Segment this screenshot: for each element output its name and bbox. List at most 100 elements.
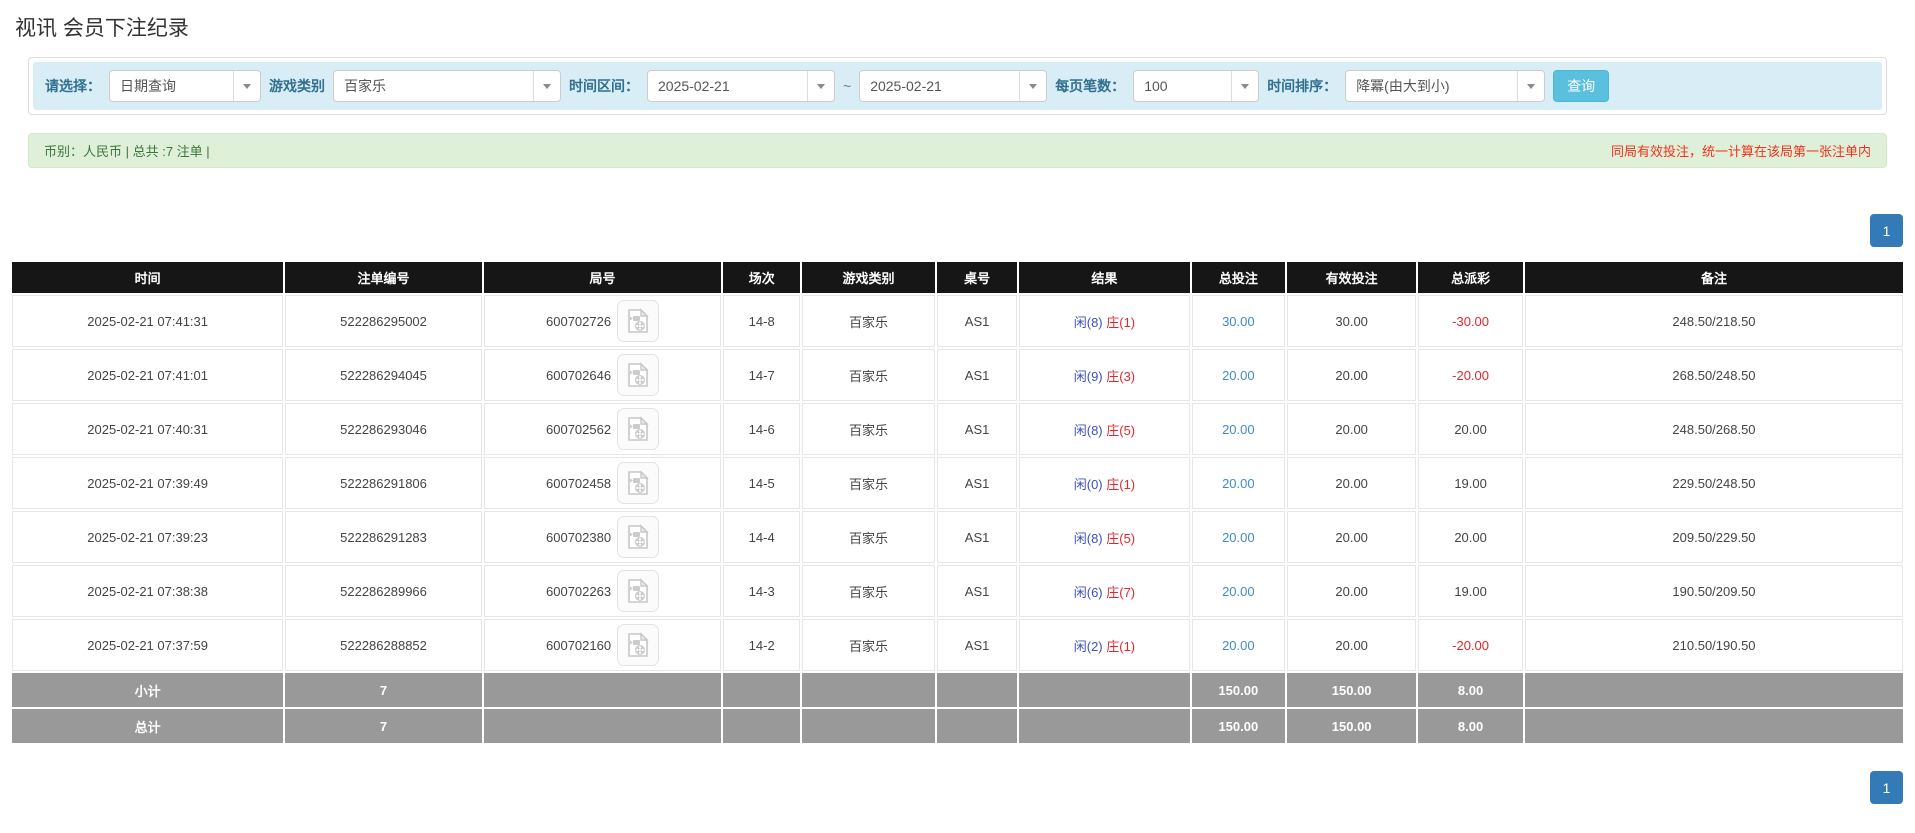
video-replay-button[interactable] xyxy=(617,462,660,504)
game-category: 百家乐 xyxy=(802,349,935,401)
total-bet-link[interactable]: 20.00 xyxy=(1222,530,1255,545)
col-table-number: 桌号 xyxy=(936,262,1018,293)
col-time: 时间 xyxy=(12,262,284,293)
result-player: 闲(9) xyxy=(1073,368,1103,384)
bet-time: 2025-02-21 07:39:23 xyxy=(12,511,284,563)
video-replay-button[interactable] xyxy=(617,408,660,450)
page-1-button[interactable]: 1 xyxy=(1870,214,1903,247)
round-cell: 600702380 xyxy=(483,511,722,563)
col-result: 结果 xyxy=(1019,262,1190,293)
round-cell: 600702458 xyxy=(483,457,722,509)
bet-time: 2025-02-21 07:40:31 xyxy=(12,403,284,455)
table-number: AS1 xyxy=(936,565,1018,617)
date-to-select[interactable]: 2025-02-21 xyxy=(859,70,1048,102)
date-from-select[interactable]: 2025-02-21 xyxy=(647,70,835,102)
session: 14-5 xyxy=(723,457,801,509)
subtotal-label: 小计 xyxy=(12,673,284,707)
date-to-value: 2025-02-21 xyxy=(870,78,942,94)
query-type-select[interactable]: 日期查询 xyxy=(109,70,261,102)
total-bet-link[interactable]: 20.00 xyxy=(1222,584,1255,599)
total-row: 总计 7 150.00 150.00 8.00 xyxy=(12,709,1903,743)
bet-id: 522286294045 xyxy=(285,349,482,401)
result-cell: 闲(8) 庄(1) xyxy=(1019,295,1190,347)
video-replay-button[interactable] xyxy=(617,516,660,558)
table-number: AS1 xyxy=(936,619,1018,671)
page-size-select[interactable]: 100 xyxy=(1133,70,1260,102)
total-bet-link[interactable]: 20.00 xyxy=(1222,638,1255,653)
video-file-icon xyxy=(628,416,649,441)
chevron-down-icon xyxy=(807,71,834,101)
total-payout: 8.00 xyxy=(1418,709,1523,743)
date-from-value: 2025-02-21 xyxy=(658,78,730,94)
result-banker: 庄(5) xyxy=(1106,530,1136,546)
session: 14-3 xyxy=(723,565,801,617)
total-bet-link[interactable]: 20.00 xyxy=(1222,476,1255,491)
total-bet-link[interactable]: 20.00 xyxy=(1222,368,1255,383)
table-number: AS1 xyxy=(936,403,1018,455)
video-replay-button[interactable] xyxy=(617,354,660,396)
pagination-bottom: 1 xyxy=(12,771,1903,804)
col-round-id: 局号 xyxy=(483,262,722,293)
summary-warning-note: 同局有效投注，统一计算在该局第一张注单内 xyxy=(1610,144,1871,159)
session: 14-6 xyxy=(723,403,801,455)
video-replay-button[interactable] xyxy=(617,624,660,666)
page-1-button[interactable]: 1 xyxy=(1870,771,1903,804)
valid-bet: 30.00 xyxy=(1287,295,1417,347)
col-total-payout: 总派彩 xyxy=(1418,262,1523,293)
game-category: 百家乐 xyxy=(802,457,935,509)
game-category: 百家乐 xyxy=(802,403,935,455)
table-number: AS1 xyxy=(936,295,1018,347)
bet-time: 2025-02-21 07:41:31 xyxy=(12,295,284,347)
valid-bet: 20.00 xyxy=(1287,565,1417,617)
round-cell: 600702726 xyxy=(483,295,722,347)
subtotal-payout: 8.00 xyxy=(1418,673,1523,707)
col-valid-bet: 有效投注 xyxy=(1287,262,1417,293)
table-row: 2025-02-21 07:39:23 522286291283 6007023… xyxy=(12,511,1903,563)
bet-id: 522286289966 xyxy=(285,565,482,617)
bet-time: 2025-02-21 07:41:01 xyxy=(12,349,284,401)
game-category-select[interactable]: 百家乐 xyxy=(333,70,561,102)
note: 190.50/209.50 xyxy=(1524,565,1903,617)
query-type-value: 日期查询 xyxy=(120,78,176,94)
round-id: 600702562 xyxy=(546,421,612,437)
subtotal-count: 7 xyxy=(285,673,482,707)
valid-bet: 20.00 xyxy=(1287,403,1417,455)
round-cell: 600702263 xyxy=(483,565,722,617)
payout: 20.00 xyxy=(1418,403,1523,455)
chevron-down-icon xyxy=(1517,71,1544,101)
valid-bet: 20.00 xyxy=(1287,511,1417,563)
chevron-down-icon xyxy=(1019,71,1046,101)
bet-id: 522286295002 xyxy=(285,295,482,347)
time-sort-select[interactable]: 降冪(由大到小) xyxy=(1345,70,1546,102)
payout: -20.00 xyxy=(1418,349,1523,401)
video-replay-button[interactable] xyxy=(617,300,660,342)
result-banker: 庄(1) xyxy=(1106,314,1136,330)
note: 229.50/248.50 xyxy=(1524,457,1903,509)
total-bet-link[interactable]: 30.00 xyxy=(1222,314,1255,329)
result-cell: 闲(6) 庄(7) xyxy=(1019,565,1190,617)
game-category-label: 游戏类别 xyxy=(269,78,325,94)
total-valid-bet: 150.00 xyxy=(1287,709,1417,743)
bet-time: 2025-02-21 07:38:38 xyxy=(12,565,284,617)
filter-bar: 请选择： 日期查询 游戏类别 百家乐 时间区间： 2025-02-21 ~ 20… xyxy=(33,62,1882,110)
total-bet-link[interactable]: 20.00 xyxy=(1222,422,1255,437)
search-button[interactable]: 查询 xyxy=(1553,70,1610,102)
result-player: 闲(0) xyxy=(1073,476,1103,492)
page-size-value: 100 xyxy=(1144,78,1168,94)
video-file-icon xyxy=(628,308,649,333)
payout: 19.00 xyxy=(1418,457,1523,509)
payout: 19.00 xyxy=(1418,565,1523,617)
pagination-top: 1 xyxy=(12,214,1903,247)
table-number: AS1 xyxy=(936,457,1018,509)
video-file-icon xyxy=(628,362,649,387)
round-cell: 600702646 xyxy=(483,349,722,401)
result-player: 闲(8) xyxy=(1073,314,1103,330)
subtotal-valid-bet: 150.00 xyxy=(1287,673,1417,707)
table-row: 2025-02-21 07:39:49 522286291806 6007024… xyxy=(12,457,1903,509)
round-id: 600702160 xyxy=(546,637,612,653)
game-category: 百家乐 xyxy=(802,619,935,671)
table-header-row: 时间 注单编号 局号 场次 游戏类别 桌号 结果 总投注 有效投注 总派彩 备注 xyxy=(12,262,1903,293)
round-id: 600702646 xyxy=(546,367,612,383)
video-replay-button[interactable] xyxy=(617,570,660,612)
video-file-icon xyxy=(628,470,649,495)
